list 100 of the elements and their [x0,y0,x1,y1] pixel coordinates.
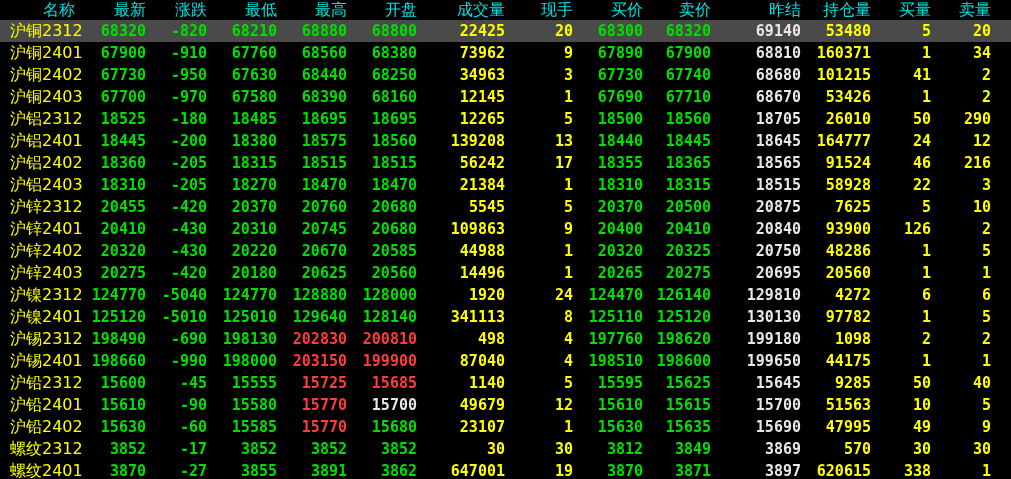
column-header[interactable]: 现手 [541,0,573,20]
quote-row[interactable]: 沪铝2403 18310 -205 18270 18470 18470 21384 1 18310 18315 18515 58928 22 3 [0,174,1011,196]
quote-row[interactable]: 沪铝2312 18525 -180 18485 18695 18695 12265 5 18500 18560 18705 26010 50 290 [0,108,1011,130]
quote-row[interactable]: 沪铅2312 15600 -45 15555 15725 15685 1140 5 15595 15625 15645 9285 50 40 [0,372,1011,394]
quote-value: 12 [554,396,573,414]
quote-row[interactable]: 沪锌2402 20320 -430 20220 20670 20585 44988 1 20320 20325 20750 48286 1 5 [0,240,1011,262]
quote-row[interactable]: 沪锌2403 20275 -420 20180 20625 20560 14496 1 20265 20275 20695 20560 1 1 [0,262,1011,284]
quote-value: 68880 [301,22,347,40]
quote-value: 67900 [100,44,146,62]
column-header[interactable]: 买价 [611,0,643,20]
quote-value: 15580 [231,396,277,414]
contract-name: 沪铜2312 [10,20,83,42]
quote-value: 18315 [665,176,711,194]
quote-value: 68670 [755,88,801,106]
quote-value: 15770 [301,396,347,414]
quote-value: 20410 [665,220,711,238]
quote-value: 15645 [755,374,801,392]
quote-value: 128000 [362,286,417,304]
quote-value: 20560 [825,264,871,282]
column-header[interactable]: 最新 [114,0,146,20]
quote-value: 4 [563,330,573,348]
column-header[interactable]: 持仓量 [823,0,871,20]
quote-value: 68440 [301,66,347,84]
quote-value: 34 [972,44,991,62]
quote-row[interactable]: 沪镍2401 125120 -5010 125010 129640 128140 341113 8 125110 125120 130130 97782 1 5 [0,306,1011,328]
contract-name: 沪镍2312 [10,284,83,306]
contract-name: 沪镍2401 [10,306,83,328]
quote-value: 30 [554,440,573,458]
quote-row[interactable]: 沪铝2401 18445 -200 18380 18575 18560 139208 13 18440 18445 18645 164777 24 12 [0,130,1011,152]
quote-value: 20370 [597,198,643,216]
column-header[interactable]: 昨结 [769,0,801,20]
quote-value: -200 [170,132,207,150]
quote-value: 15625 [665,374,711,392]
quote-value: 40 [972,374,991,392]
quote-value: 67690 [597,88,643,106]
quote-row[interactable]: 沪锡2312 198490 -690 198130 202830 200810 498 4 197760 198620 199180 1098 2 2 [0,328,1011,350]
quote-value: 101215 [816,66,871,84]
column-header[interactable]: 开盘 [385,0,417,20]
column-header[interactable]: 卖价 [679,0,711,20]
quote-value: 20310 [231,220,277,238]
quote-value: 18525 [100,110,146,128]
quote-value: 20370 [231,198,277,216]
quote-value: 124770 [222,286,277,304]
quote-value: 6 [921,286,931,304]
quote-value: -430 [170,220,207,238]
quote-value: 18445 [100,132,146,150]
quote-row[interactable]: 沪铜2312 68320 -820 68210 68880 68800 22425 20 68300 68320 69140 53480 5 20 [0,20,1011,42]
quote-value: 53426 [825,88,871,106]
quote-row[interactable]: 沪铜2402 67730 -950 67630 68440 68250 34963 3 67730 67740 68680 101215 41 2 [0,64,1011,86]
contract-name: 沪锌2402 [10,240,83,262]
quote-value: 125120 [656,308,711,326]
quote-value: 30 [912,440,931,458]
quote-row[interactable]: 沪铝2402 18360 -205 18315 18515 18515 56242 17 18355 18365 18565 91524 46 216 [0,152,1011,174]
quote-value: 15685 [371,374,417,392]
quote-value: -420 [170,264,207,282]
quote-value: 13 [554,132,573,150]
quote-value: -950 [170,66,207,84]
quote-value: 126140 [656,286,711,304]
quote-value: 341113 [450,308,505,326]
quote-value: 15680 [371,418,417,436]
contract-name: 沪铝2312 [10,108,83,130]
quote-value: 3862 [380,462,417,479]
quote-value: 18695 [301,110,347,128]
quote-value: 498 [477,330,505,348]
quote-value: 3871 [674,462,711,479]
quote-row[interactable]: 沪锡2401 198660 -990 198000 203150 199900 87040 4 198510 198600 199650 44175 1 1 [0,350,1011,372]
quote-value: 18445 [665,132,711,150]
quote-row[interactable]: 沪铅2401 15610 -90 15580 15770 15700 49679 12 15610 15615 15700 51563 10 5 [0,394,1011,416]
quote-row[interactable]: 螺纹2401 3870 -27 3855 3891 3862 647001 19 3870 3871 3897 620615 338 1 [0,460,1011,479]
quote-row[interactable]: 沪铅2402 15630 -60 15585 15770 15680 23107 1 15630 15635 15690 47995 49 9 [0,416,1011,438]
quote-row[interactable]: 螺纹2312 3852 -17 3852 3852 3852 30 30 3812 3849 3869 570 30 30 [0,438,1011,460]
quote-row[interactable]: 沪铜2401 67900 -910 67760 68560 68380 73962 9 67890 67900 68810 160371 1 34 [0,42,1011,64]
quote-value: 20180 [231,264,277,282]
quote-value: 19 [554,462,573,479]
quote-value: 48286 [825,242,871,260]
quote-row[interactable]: 沪镍2312 124770 -5040 124770 128880 128000 1920 24 124470 126140 129810 4272 6 6 [0,284,1011,306]
quote-value: 18310 [597,176,643,194]
quote-value: -180 [170,110,207,128]
quote-value: 15610 [597,396,643,414]
quote-row[interactable]: 沪铜2403 67700 -970 67580 68390 68160 12145 1 67690 67710 68670 53426 1 2 [0,86,1011,108]
quote-row[interactable]: 沪锌2312 20455 -420 20370 20760 20680 5545 5 20370 20500 20875 7625 5 10 [0,196,1011,218]
quote-value: 24 [554,286,573,304]
quote-value: -820 [170,22,207,40]
column-header[interactable]: 最高 [315,0,347,20]
column-header[interactable]: 卖量 [959,0,991,20]
column-header[interactable]: 涨跌 [175,0,207,20]
quote-value: 1 [563,88,573,106]
quote-value: 199900 [362,352,417,370]
quote-value: 30 [486,440,505,458]
quote-value: 3 [981,176,991,194]
contract-name: 沪锌2312 [10,196,83,218]
quote-row[interactable]: 沪锌2401 20410 -430 20310 20745 20680 109863 9 20400 20410 20840 93900 126 2 [0,218,1011,240]
column-header[interactable]: 买量 [899,0,931,20]
column-header[interactable]: 最低 [245,0,277,20]
quote-value: 67700 [100,88,146,106]
quote-value: 67890 [597,44,643,62]
column-header[interactable]: 成交量 [457,0,505,20]
quote-value: 198660 [91,352,146,370]
contract-name: 沪锌2403 [10,262,83,284]
column-header[interactable]: 名称 [43,0,75,20]
